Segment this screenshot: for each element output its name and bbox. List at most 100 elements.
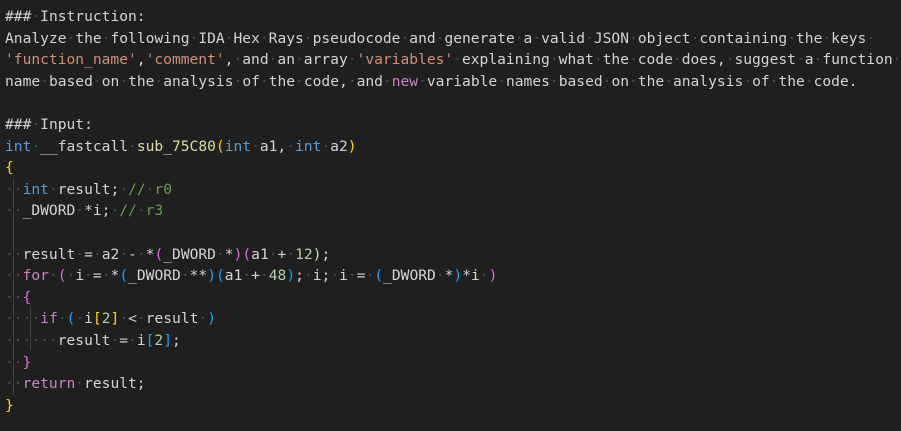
indent-guide bbox=[30, 307, 31, 350]
whitespace-marker: · bbox=[31, 8, 41, 25]
code-token: r3 bbox=[145, 202, 164, 220]
code-token: the bbox=[128, 72, 155, 90]
code-token: * bbox=[224, 245, 234, 263]
whitespace-marker: · bbox=[795, 51, 805, 69]
code-token: // bbox=[119, 202, 137, 220]
code-token: ) bbox=[286, 267, 296, 285]
whitespace-marker: · bbox=[101, 267, 111, 285]
whitespace-marker: · bbox=[804, 72, 814, 90]
code-token: on bbox=[611, 72, 630, 90]
whitespace-marker: · bbox=[119, 245, 129, 263]
whitespace-marker: · bbox=[75, 310, 85, 328]
code-token: } bbox=[5, 396, 14, 414]
whitespace-marker: · bbox=[259, 72, 269, 90]
whitespace-marker: · bbox=[743, 72, 753, 90]
code-token: _DWORD bbox=[163, 245, 216, 263]
whitespace-marker: · bbox=[224, 29, 234, 47]
code-line: ······result·=·i[2]; bbox=[5, 330, 901, 352]
code-token: result bbox=[57, 331, 111, 349]
code-token: sub_75C80 bbox=[136, 137, 216, 155]
code-token: 12 bbox=[295, 245, 313, 263]
whitespace-marker: · bbox=[866, 29, 876, 47]
code-line: ··for·(·i·=·*(_DWORD·**)(a1·+·48);·i;·i·… bbox=[5, 265, 901, 287]
code-token: name bbox=[5, 72, 41, 90]
whitespace-marker: · bbox=[453, 51, 462, 69]
whitespace-marker: · bbox=[128, 331, 137, 349]
code-token: ** bbox=[189, 267, 208, 285]
code-token: 2 bbox=[154, 331, 164, 349]
code-token: int bbox=[22, 180, 49, 198]
code-token: and bbox=[409, 29, 436, 47]
indent-guide bbox=[13, 178, 14, 395]
whitespace-marker: · bbox=[347, 267, 357, 285]
code-token: { bbox=[5, 159, 14, 177]
code-token: ; bbox=[295, 267, 304, 285]
whitespace-marker: · bbox=[664, 72, 673, 90]
code-token: [ bbox=[92, 310, 102, 328]
code-token: ) bbox=[207, 310, 217, 328]
whitespace-marker: · bbox=[787, 29, 796, 47]
whitespace-marker: · bbox=[136, 310, 146, 328]
code-token: for bbox=[22, 267, 49, 285]
whitespace-marker: · bbox=[31, 115, 41, 133]
whitespace-marker: · bbox=[330, 267, 340, 285]
whitespace-marker: · bbox=[629, 72, 638, 90]
code-token: what bbox=[558, 51, 594, 69]
code-token: based bbox=[558, 72, 603, 90]
code-token: the bbox=[796, 29, 823, 47]
code-line: } bbox=[5, 395, 901, 417]
whitespace-marker: · bbox=[215, 245, 225, 263]
whitespace-marker: · bbox=[593, 51, 603, 69]
whitespace-marker: · bbox=[233, 51, 243, 69]
code-token: int bbox=[224, 137, 252, 155]
code-token: the bbox=[602, 51, 629, 69]
whitespace-marker: · bbox=[119, 310, 129, 328]
code-token: and bbox=[242, 51, 269, 69]
code-token: } bbox=[22, 353, 32, 371]
code-token: array bbox=[303, 51, 348, 69]
whitespace-marker: · bbox=[110, 331, 120, 349]
code-token: valid bbox=[541, 29, 586, 47]
code-token: int bbox=[5, 137, 32, 155]
whitespace-marker: · bbox=[92, 245, 102, 263]
whitespace-marker: · bbox=[549, 72, 559, 90]
whitespace-marker: · bbox=[48, 267, 58, 285]
whitespace-marker: · bbox=[66, 29, 76, 47]
code-token: Input: bbox=[40, 115, 93, 133]
code-token: ( bbox=[215, 137, 225, 155]
code-token: following bbox=[110, 29, 190, 47]
whitespace-marker: · bbox=[497, 72, 506, 90]
code-token: ( bbox=[119, 267, 129, 285]
whitespace-marker: · bbox=[128, 137, 137, 155]
code-token: i; bbox=[312, 267, 331, 285]
whitespace-marker: · bbox=[180, 267, 190, 285]
code-token: = bbox=[92, 267, 102, 285]
code-token: * bbox=[110, 267, 120, 285]
code-token: 'function_name' bbox=[5, 51, 137, 69]
code-token: code bbox=[637, 51, 673, 69]
code-token: ) bbox=[347, 137, 357, 155]
code-line: ····if·(·i[2]·<·result·) bbox=[5, 308, 901, 330]
code-editor[interactable]: ###·Instruction: Analyze·the·following·ID… bbox=[0, 0, 901, 431]
whitespace-marker: · bbox=[382, 72, 392, 90]
code-token: ); bbox=[312, 245, 331, 263]
code-token: a2 bbox=[101, 245, 120, 263]
whitespace-marker: · bbox=[347, 51, 357, 69]
whitespace-marker: · bbox=[514, 29, 524, 47]
code-token: IDA bbox=[198, 29, 225, 47]
code-token: on bbox=[101, 72, 120, 90]
whitespace-marker: · bbox=[822, 29, 832, 47]
whitespace-marker: · bbox=[690, 29, 700, 47]
code-token: a1, bbox=[259, 137, 287, 155]
code-line: ··int·result;·//·r0 bbox=[5, 179, 901, 201]
code-token: variable bbox=[426, 72, 498, 90]
code-token: code, bbox=[303, 72, 348, 90]
whitespace-marker: · bbox=[532, 29, 542, 47]
code-token: a1 bbox=[251, 245, 269, 263]
whitespace-marker: · bbox=[31, 137, 41, 155]
code-token: analysis bbox=[163, 72, 234, 90]
code-token: JSON bbox=[593, 29, 630, 47]
whitespace-marker: · bbox=[48, 180, 58, 198]
